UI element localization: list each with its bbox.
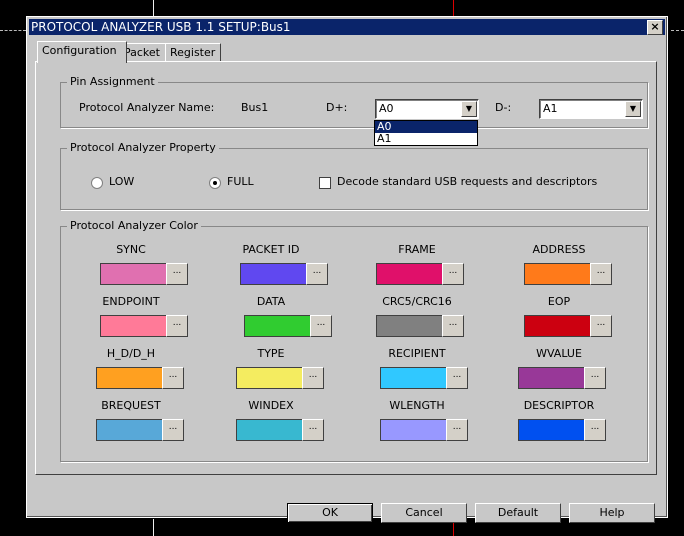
- color-label-brequest: BREQUEST: [101, 399, 161, 412]
- color-swatch: [100, 315, 167, 337]
- color-swatch: [524, 315, 591, 337]
- decode-label: Decode standard USB requests and descrip…: [337, 175, 598, 188]
- color-picker-button[interactable]: ...: [590, 315, 612, 337]
- dropdown-option-a1[interactable]: A1: [375, 133, 477, 145]
- color-label-eop: EOP: [547, 295, 571, 308]
- decode-checkbox[interactable]: [319, 177, 331, 189]
- low-label: LOW: [109, 175, 135, 188]
- chevron-down-icon[interactable]: ▼: [461, 101, 477, 117]
- color-picker-button[interactable]: ...: [446, 367, 468, 389]
- pin-assignment-title: Pin Assignment: [67, 75, 158, 88]
- color-picker-button[interactable]: ...: [302, 419, 324, 441]
- low-radio[interactable]: [91, 177, 103, 189]
- color-swatch: [524, 263, 591, 285]
- radio-selected-dot: [213, 181, 217, 185]
- color-picker-button[interactable]: ...: [306, 263, 328, 285]
- full-label: FULL: [227, 175, 254, 188]
- color-label-endpoint: ENDPOINT: [102, 295, 160, 308]
- color-picker-button[interactable]: ...: [166, 315, 188, 337]
- color-swatch: [518, 419, 585, 441]
- color-label-recipient: RECIPIENT: [388, 347, 446, 360]
- window-title: PROTOCOL ANALYZER USB 1.1 SETUP:Bus1: [31, 20, 291, 34]
- color-label-windex: WINDEX: [248, 399, 294, 412]
- color-swatch: [96, 419, 163, 441]
- dplus-select[interactable]: A0 ▼: [375, 99, 479, 119]
- color-picker-button[interactable]: ...: [584, 367, 606, 389]
- close-button[interactable]: ×: [647, 20, 663, 35]
- color-swatch: [96, 367, 163, 389]
- color-swatch: [100, 263, 167, 285]
- color-swatch: [518, 367, 585, 389]
- configuration-panel: Pin Assignment Protocol Analyzer Name: B…: [35, 61, 657, 475]
- color-label-frame: FRAME: [398, 243, 436, 256]
- color-picker-button[interactable]: ...: [590, 263, 612, 285]
- color-label-data: DATA: [256, 295, 286, 308]
- dplus-label: D+:: [326, 101, 348, 114]
- color-picker-button[interactable]: ...: [442, 263, 464, 285]
- cancel-button[interactable]: Cancel: [381, 503, 467, 523]
- tab-packet-label: Packet: [124, 46, 160, 59]
- color-swatch: [240, 263, 307, 285]
- color-picker-button[interactable]: ...: [302, 367, 324, 389]
- scope-baseline-right: [666, 30, 684, 31]
- help-button[interactable]: Help: [569, 503, 655, 523]
- scope-baseline-left: [0, 30, 26, 31]
- color-picker-button[interactable]: ...: [446, 419, 468, 441]
- property-title: Protocol Analyzer Property: [67, 141, 219, 154]
- full-radio[interactable]: [209, 177, 221, 189]
- ok-button[interactable]: OK: [287, 503, 373, 523]
- color-picker-button[interactable]: ...: [162, 419, 184, 441]
- color-swatch: [236, 419, 303, 441]
- color-label-packet-id: PACKET ID: [242, 243, 300, 256]
- tab-configuration-label: Configuration: [42, 44, 117, 57]
- color-label-descriptor: DESCRIPTOR: [523, 399, 595, 412]
- color-swatch: [376, 263, 443, 285]
- color-label-sync: SYNC: [116, 243, 146, 256]
- dplus-dropdown-list: A0 A1: [374, 120, 478, 146]
- color-group: Protocol Analyzer Color SYNC... PACKET ID…: [60, 219, 648, 462]
- color-label-type: TYPE: [257, 347, 285, 360]
- tab-register[interactable]: Register: [165, 43, 221, 62]
- analyzer-name-value: Bus1: [241, 101, 269, 114]
- default-button[interactable]: Default: [475, 503, 561, 523]
- dminus-selected-value: A1: [543, 102, 558, 115]
- color-swatch: [236, 367, 303, 389]
- color-picker-button[interactable]: ...: [442, 315, 464, 337]
- color-label-crc5-crc16: CRC5/CRC16: [382, 295, 452, 308]
- color-label-wvalue: WVALUE: [536, 347, 582, 360]
- tab-configuration[interactable]: Configuration: [37, 41, 127, 63]
- color-label-h-d-d-h: H_D/D_H: [106, 347, 156, 360]
- title-bar: PROTOCOL ANALYZER USB 1.1 SETUP:Bus1 ×: [29, 19, 665, 35]
- color-picker-button[interactable]: ...: [166, 263, 188, 285]
- color-swatch: [380, 419, 447, 441]
- color-label-address: ADDRESS: [532, 243, 586, 256]
- color-picker-button[interactable]: ...: [162, 367, 184, 389]
- analyzer-name-label: Protocol Analyzer Name:: [79, 101, 215, 114]
- color-picker-button[interactable]: ...: [310, 315, 332, 337]
- color-swatch: [244, 315, 311, 337]
- dminus-select[interactable]: A1 ▼: [539, 99, 643, 119]
- color-swatch: [376, 315, 443, 337]
- pin-assignment-group: Pin Assignment Protocol Analyzer Name: B…: [60, 75, 648, 128]
- dminus-label: D-:: [495, 101, 512, 114]
- color-swatch: [380, 367, 447, 389]
- dplus-selected-value: A0: [379, 102, 394, 115]
- color-title: Protocol Analyzer Color: [67, 219, 201, 232]
- tab-register-label: Register: [170, 46, 216, 59]
- chevron-down-icon[interactable]: ▼: [625, 101, 641, 117]
- color-picker-button[interactable]: ...: [584, 419, 606, 441]
- color-label-wlength: WLENGTH: [389, 399, 445, 412]
- property-group: Protocol Analyzer Property LOW FULL Deco…: [60, 141, 648, 210]
- setup-dialog: PROTOCOL ANALYZER USB 1.1 SETUP:Bus1 × C…: [26, 16, 668, 523]
